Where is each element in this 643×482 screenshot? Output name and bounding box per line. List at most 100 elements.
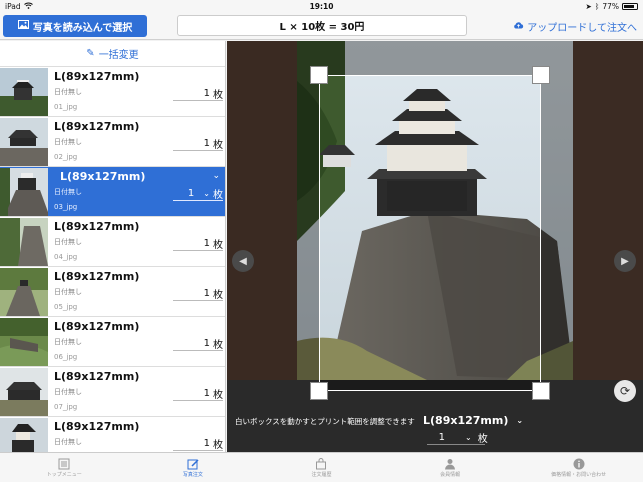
- quantity-value: 1: [438, 432, 445, 443]
- tab-label: 価格情報・お問い合わせ: [551, 471, 607, 478]
- item-quantity-unit: 枚: [213, 290, 223, 301]
- photo-thumbnail: [0, 268, 48, 316]
- chevron-down-icon[interactable]: ⌄: [212, 171, 220, 181]
- tab-bag[interactable]: 注文履歴: [257, 453, 386, 482]
- menu-icon: [58, 458, 70, 470]
- photo-list-item[interactable]: L(89x127mm) ⌄ 日付無し 03_jpg 1 ⌄ 枚: [0, 167, 225, 217]
- photo-thumbnail: [0, 368, 48, 416]
- item-date: 日付無し: [54, 88, 82, 96]
- carrier-label: iPad: [5, 1, 21, 11]
- chevron-down-icon: ⌄: [516, 416, 524, 425]
- select-photos-button[interactable]: 写真を読み込んで選択: [3, 15, 147, 37]
- quantity-select[interactable]: 1 ⌄ 枚: [427, 430, 488, 445]
- tab-label: 写真注文: [182, 471, 203, 478]
- photo-list-item[interactable]: L(89x127mm) 日付無し 04_jpg 1 枚: [0, 217, 225, 267]
- tab-label: トップメニュー: [46, 471, 82, 478]
- photo-list-item[interactable]: L(89x127mm) 日付無し 06_jpg 1 枚: [0, 317, 225, 367]
- person-icon: [444, 458, 456, 470]
- status-bar: iPad 19:10 ➤ ᛒ 77%: [0, 0, 643, 12]
- bulk-edit-label: 一括変更: [98, 50, 139, 61]
- crop-box[interactable]: [319, 75, 541, 391]
- tab-label: 注文履歴: [311, 471, 332, 478]
- tab-label: 会員情報: [440, 471, 461, 478]
- tab-photo-order[interactable]: 写真注文: [129, 453, 258, 482]
- item-date: 日付無し: [54, 138, 82, 146]
- cloud-upload-icon: [513, 21, 524, 32]
- item-quantity-field[interactable]: 1 枚: [173, 337, 223, 351]
- photo-list-item[interactable]: L(89x127mm) 日付無し 01_jpg 1 枚: [0, 67, 225, 117]
- upload-order-label: アップロードして注文へ: [527, 23, 637, 34]
- select-photos-label: 写真を読み込んで選択: [32, 22, 133, 34]
- tab-bar: トップメニュー 写真注文 注文履歴 会員情報 価格情報・お問い合わせ: [0, 452, 643, 482]
- bulk-edit-button[interactable]: ✎ 一括変更: [0, 41, 225, 67]
- bag-icon: [315, 457, 327, 470]
- photo-thumbnail: [0, 418, 48, 452]
- item-filename: 02_jpg: [54, 153, 78, 161]
- photo-list-item[interactable]: L(89x127mm) 日付無し 05_jpg 1 枚: [0, 267, 225, 317]
- item-quantity: 1: [203, 288, 210, 299]
- bluetooth-icon: ᛒ: [594, 1, 600, 11]
- print-size-select[interactable]: L(89x127mm) ⌄: [423, 414, 523, 427]
- rotate-button[interactable]: ⟳: [614, 380, 636, 402]
- rotate-icon: ⟳: [619, 384, 631, 398]
- battery-percent: 77%: [602, 1, 619, 11]
- location-icon: ➤: [585, 1, 592, 11]
- photo-thumbnail: [0, 318, 48, 366]
- item-quantity: 1: [203, 88, 210, 99]
- crop-editor: ◀ ▶ ⟳ 白いボックスを動かすとプリント範囲を調整できます L(89x127m…: [227, 41, 643, 452]
- status-right: ➤ ᛒ 77%: [586, 2, 638, 11]
- crop-handle-top-right[interactable]: [532, 66, 550, 84]
- next-photo-button[interactable]: ▶: [614, 250, 636, 272]
- chevron-left-icon: ◀: [239, 255, 247, 267]
- chevron-right-icon: ▶: [621, 255, 629, 267]
- tab-person[interactable]: 会員情報: [386, 453, 515, 482]
- price-summary: L × 10枚 = 30円: [177, 15, 467, 36]
- item-filename: 04_jpg: [54, 253, 78, 261]
- item-quantity-unit: 枚: [213, 190, 223, 201]
- photo-list-item[interactable]: L(89x127mm) 日付無し 08_jpg 1 枚: [0, 417, 225, 452]
- item-quantity-unit: 枚: [213, 390, 223, 401]
- item-quantity-field[interactable]: 1 ⌄ 枚: [173, 187, 223, 201]
- crop-handle-bottom-right[interactable]: [532, 382, 550, 400]
- item-quantity: 1: [203, 238, 210, 249]
- item-quantity: 1: [203, 388, 210, 399]
- item-print-size: L(89x127mm): [54, 70, 140, 83]
- app-root: iPad 19:10 ➤ ᛒ 77% 写真を読み込んで選択 L × 10枚 = …: [0, 0, 643, 482]
- photo-list-item[interactable]: L(89x127mm) 日付無し 02_jpg 1 枚: [0, 117, 225, 167]
- item-quantity-field[interactable]: 1 枚: [173, 237, 223, 251]
- quantity-unit: 枚: [477, 434, 488, 445]
- item-print-size: L(89x127mm): [54, 270, 140, 283]
- item-quantity-field[interactable]: 1 枚: [173, 287, 223, 301]
- tab-info[interactable]: 価格情報・お問い合わせ: [514, 453, 643, 482]
- item-filename: 03_jpg: [54, 203, 78, 211]
- crop-handle-bottom-left[interactable]: [310, 382, 328, 400]
- item-quantity-field[interactable]: 1 枚: [173, 387, 223, 401]
- item-date: 日付無し: [54, 388, 82, 396]
- item-date: 日付無し: [54, 188, 82, 196]
- photo-order-icon: [187, 458, 199, 470]
- photo-list: L(89x127mm) 日付無し 01_jpg 1 枚 L(89x127mm) …: [0, 67, 225, 452]
- print-size-label: L(89x127mm): [423, 414, 509, 427]
- item-print-size: L(89x127mm): [54, 370, 140, 383]
- chevron-down-icon: ⌄: [203, 189, 210, 198]
- item-print-size: L(89x127mm): [54, 320, 140, 333]
- item-filename: 07_jpg: [54, 403, 78, 411]
- tab-menu[interactable]: トップメニュー: [0, 453, 129, 482]
- item-quantity-field[interactable]: 1 枚: [173, 87, 223, 101]
- item-print-size: L(89x127mm): [54, 420, 140, 433]
- upload-order-button[interactable]: アップロードして注文へ: [513, 19, 637, 34]
- photo-thumbnail: [0, 68, 48, 116]
- item-quantity-unit: 枚: [213, 240, 223, 251]
- item-quantity-field[interactable]: 1 枚: [173, 437, 223, 451]
- crop-handle-top-left[interactable]: [310, 66, 328, 84]
- item-print-size: L(89x127mm): [54, 120, 140, 133]
- previous-photo-button[interactable]: ◀: [232, 250, 254, 272]
- photo-list-item[interactable]: L(89x127mm) 日付無し 07_jpg 1 枚: [0, 367, 225, 417]
- item-quantity: 1: [203, 138, 210, 149]
- item-date: 日付無し: [54, 288, 82, 296]
- item-filename: 06_jpg: [54, 353, 78, 361]
- photo-thumbnail: [0, 118, 48, 166]
- item-quantity-field[interactable]: 1 枚: [173, 137, 223, 151]
- item-quantity: 1: [203, 338, 210, 349]
- pencil-icon: ✎: [86, 48, 95, 59]
